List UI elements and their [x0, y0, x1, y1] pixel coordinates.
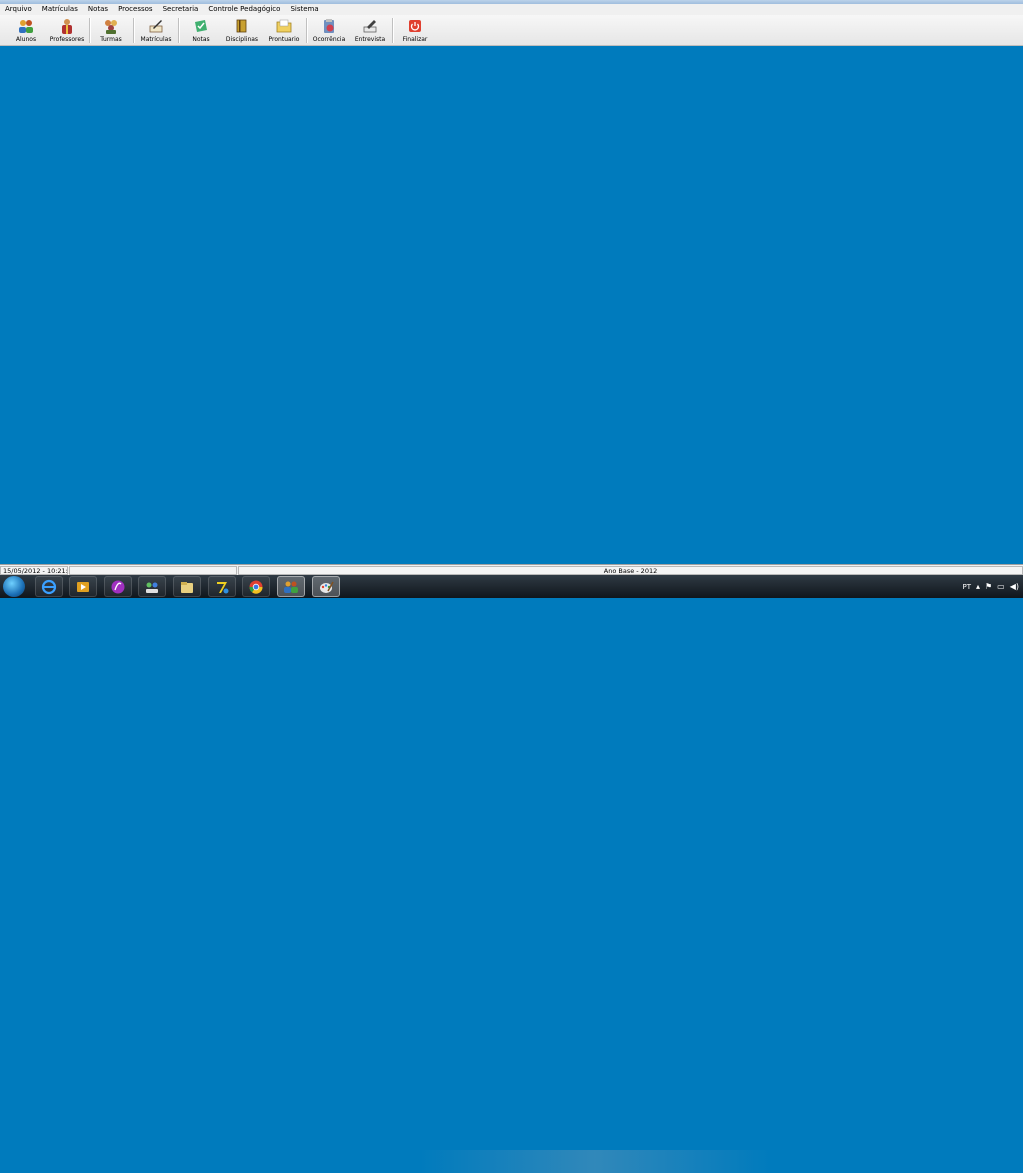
- turmas-label: Turmas: [100, 36, 122, 43]
- menu-processos[interactable]: Processos: [113, 4, 157, 15]
- taskbar-network-app[interactable]: [138, 576, 166, 597]
- file-explorer-icon: [181, 581, 193, 593]
- taskbar: PT ▴ ⚑ ▭ ◀): [0, 575, 1023, 1173]
- paint-icon: [320, 581, 334, 593]
- status-bar: 15/05/2012 - 10:21:22 Ano Base - 2012: [0, 564, 1023, 575]
- toolbar: Alunos Professores Turmas Matrículas Not…: [0, 15, 1023, 46]
- school-app-icon: [284, 581, 298, 593]
- finalizar-button[interactable]: Finalizar: [394, 17, 436, 45]
- classes-icon: [105, 20, 117, 34]
- turmas-button[interactable]: Turmas: [90, 17, 132, 45]
- system-tray: PT ▴ ⚑ ▭ ◀): [943, 575, 1023, 598]
- power-icon: [409, 20, 421, 32]
- disciplinas-button[interactable]: Disciplinas: [221, 17, 263, 45]
- mdi-workspace: [0, 46, 1023, 564]
- notas-label: Notas: [192, 36, 210, 43]
- menu-arquivo[interactable]: Arquivo: [0, 4, 37, 15]
- network-icon[interactable]: ▭: [997, 582, 1005, 592]
- matriculas-button[interactable]: Matrículas: [135, 17, 177, 45]
- tray-expand-icon[interactable]: ▴: [976, 582, 980, 592]
- subjects-icon: [236, 19, 247, 33]
- taskbar-app-7[interactable]: [208, 576, 236, 597]
- network-app-icon: [146, 582, 158, 593]
- professores-button[interactable]: Professores: [46, 17, 88, 45]
- start-button[interactable]: [3, 576, 25, 597]
- menu-notas[interactable]: Notas: [83, 4, 113, 15]
- taskbar-media-player[interactable]: [69, 576, 97, 597]
- menu-secretaria[interactable]: Secretaria: [158, 4, 204, 15]
- media-player-icon: [77, 581, 89, 592]
- status-datetime: 15/05/2012 - 10:21:22: [0, 566, 68, 575]
- teachers-icon: [62, 19, 72, 34]
- occurrence-icon: [324, 19, 334, 33]
- volume-icon[interactable]: ◀): [1010, 582, 1019, 592]
- taskbar-paint[interactable]: [312, 576, 340, 597]
- app-7-icon: [217, 581, 229, 593]
- prontuario-button[interactable]: Prontuario: [263, 17, 305, 45]
- taskbar-ie[interactable]: [35, 576, 63, 597]
- alunos-label: Alunos: [15, 36, 37, 43]
- professores-label: Professores: [49, 36, 85, 43]
- records-folder-icon: [276, 19, 292, 33]
- prontuario-label: Prontuario: [268, 36, 300, 43]
- action-center-flag-icon[interactable]: ⚑: [985, 582, 992, 592]
- internet-explorer-icon: [41, 579, 57, 594]
- students-icon: [19, 20, 33, 33]
- entrevista-button[interactable]: Entrevista: [349, 17, 391, 45]
- language-indicator[interactable]: PT: [962, 583, 971, 591]
- chrome-icon: [249, 580, 263, 594]
- app-purple-icon: [111, 580, 125, 593]
- menu-matriculas[interactable]: Matrículas: [37, 4, 83, 15]
- interview-icon: [363, 20, 377, 33]
- notas-button[interactable]: Notas: [180, 17, 222, 45]
- taskbar-chrome[interactable]: [242, 576, 270, 597]
- menu-sistema[interactable]: Sistema: [285, 4, 323, 15]
- alunos-button[interactable]: Alunos: [5, 17, 47, 45]
- taskbar-file-explorer[interactable]: [173, 576, 201, 597]
- matriculas-label: Matrículas: [140, 36, 172, 43]
- ocorrencia-button[interactable]: Ocorrência: [308, 17, 350, 45]
- finalizar-label: Finalizar: [402, 36, 428, 43]
- ocorrencia-label: Ocorrência: [312, 36, 346, 43]
- taskbar-school-app[interactable]: [277, 576, 305, 597]
- enrollment-icon: [149, 20, 163, 33]
- menu-bar: Arquivo Matrículas Notas Processos Secre…: [0, 4, 1023, 15]
- status-ano-base: Ano Base - 2012: [238, 566, 1023, 575]
- grades-icon: [195, 20, 207, 32]
- taskbar-background: [420, 1150, 770, 1173]
- taskbar-app-purple[interactable]: [104, 576, 132, 597]
- disciplinas-label: Disciplinas: [225, 36, 259, 43]
- status-panel-empty: [69, 566, 237, 575]
- entrevista-label: Entrevista: [354, 36, 386, 43]
- menu-controle-pedagogico[interactable]: Controle Pedagógico: [203, 4, 285, 15]
